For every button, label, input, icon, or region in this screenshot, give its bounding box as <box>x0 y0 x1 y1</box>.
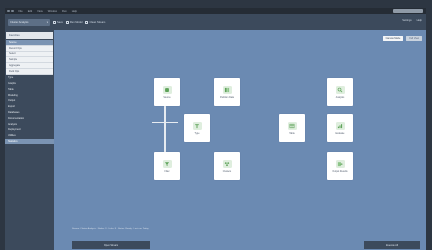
menu-file[interactable]: File <box>19 10 23 13</box>
save-label: Save <box>57 20 63 24</box>
save-button[interactable]: Save <box>53 20 63 24</box>
menu-run[interactable]: Run <box>62 10 67 13</box>
partition-icon <box>222 85 232 94</box>
sidebar-header[interactable]: Favorites <box>6 32 53 39</box>
chevron-down-icon: ▾ <box>46 20 48 24</box>
node-label: Evaluate <box>335 132 345 135</box>
filter-icon <box>162 159 172 168</box>
full-view-button[interactable]: Full View <box>406 36 422 41</box>
toolbar: Cluster Analysis ▾ Save Run Model Clean … <box>5 14 426 30</box>
save-icon <box>53 20 56 24</box>
run-model-label: Run Model <box>69 20 83 24</box>
view-toggle: Canvas Mode Full View <box>382 36 422 41</box>
node-label: Output Results <box>332 170 348 173</box>
stream-node[interactable]: Type <box>184 114 210 142</box>
project-select[interactable]: Cluster Analysis ▾ <box>8 18 50 26</box>
stream-canvas[interactable]: Canvas Mode Full View Source Partition D… <box>54 30 426 250</box>
status-line: Stream: Cluster Analysis · Nodes: 9 · Li… <box>72 228 149 230</box>
node-label: Type <box>194 132 200 135</box>
run-model-button[interactable]: Run Model <box>65 20 83 24</box>
execute-all-button[interactable]: Execute All <box>364 241 420 249</box>
connector-line <box>152 122 178 123</box>
menu-edit[interactable]: Edit <box>28 10 32 13</box>
stream-node[interactable]: Partition Data <box>214 78 240 106</box>
menu-help[interactable]: Help <box>72 10 77 13</box>
open-stream-button[interactable]: Open Stream <box>72 241 150 249</box>
app-window: File Edit View Window Run Help Cluster A… <box>5 8 426 250</box>
canvas-mode-button[interactable]: Canvas Mode <box>382 36 404 41</box>
node-label: Table <box>289 132 295 135</box>
window-controls <box>7 9 14 13</box>
help-link[interactable]: Help <box>417 19 422 22</box>
search-input[interactable] <box>393 9 423 13</box>
project-name: Cluster Analysis <box>10 20 29 24</box>
stream-node[interactable]: Clusters <box>214 152 240 180</box>
sidebar-item-statistics[interactable]: Statistics <box>5 138 54 145</box>
node-label: Source <box>163 96 171 99</box>
close-dot-icon[interactable] <box>7 9 10 13</box>
stream-node[interactable]: Evaluate <box>327 114 353 142</box>
clean-stream-label: Clean Stream <box>89 20 106 24</box>
toolbar-right: Settings Help <box>402 19 422 22</box>
table-icon <box>287 121 297 130</box>
node-label: Partition Data <box>220 96 234 99</box>
stream-node[interactable]: Table <box>279 114 305 142</box>
evaluate-icon <box>335 121 345 130</box>
stream-node[interactable]: Filter <box>154 152 180 180</box>
output-icon <box>335 159 345 168</box>
clean-stream-button[interactable]: Clean Stream <box>85 20 106 24</box>
broom-icon <box>85 20 89 24</box>
stream-node[interactable]: Analysis <box>327 78 353 106</box>
type-icon <box>192 121 202 130</box>
node-label: Filter <box>164 170 170 173</box>
node-palette-sidebar: Favorites Source Record Ops Select Sampl… <box>5 30 54 250</box>
menu-window[interactable]: Window <box>48 10 57 13</box>
cluster-icon <box>222 159 232 168</box>
menu-view[interactable]: View <box>37 10 43 13</box>
analysis-icon <box>335 85 345 94</box>
node-label: Clusters <box>222 170 232 173</box>
stream-node[interactable]: Source <box>154 78 180 106</box>
stream-node[interactable]: Output Results <box>327 152 353 180</box>
database-icon <box>162 85 172 94</box>
minimize-dot-icon[interactable] <box>11 9 14 13</box>
play-icon <box>65 20 69 24</box>
node-label: Analysis <box>335 96 345 99</box>
settings-link[interactable]: Settings <box>402 19 411 22</box>
